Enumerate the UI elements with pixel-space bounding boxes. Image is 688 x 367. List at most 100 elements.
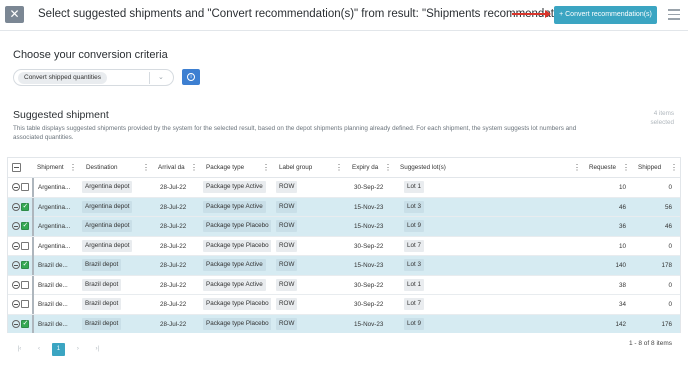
cell-requested: 36 — [618, 223, 626, 230]
criteria-title: Choose your conversion criteria — [13, 49, 168, 61]
label-group-chip: ROW — [276, 181, 298, 194]
next-page-button[interactable]: › — [71, 343, 84, 356]
column-header-package-type[interactable]: Package type — [206, 158, 256, 178]
arrow-icon — [512, 10, 551, 18]
cell-package-type: Package type Placebo — [203, 295, 271, 314]
cell-suggested-lot: Lot 9 — [404, 315, 444, 334]
select-divider — [149, 72, 150, 84]
row-checkbox[interactable] — [21, 260, 29, 269]
select-all-checkbox[interactable] — [12, 163, 21, 172]
table-row[interactable]: Argentina... Argentina depot 28-Jul-22 Pack… — [8, 217, 680, 237]
expand-row-icon[interactable] — [12, 241, 20, 250]
dialog-header: ✕ Select suggested shipments and "Conver… — [0, 0, 688, 31]
row-controls — [12, 300, 30, 309]
menu-icon[interactable] — [668, 9, 680, 23]
cell-shipment: Argentina... — [38, 242, 71, 250]
expand-row-icon[interactable] — [12, 183, 20, 191]
table-row[interactable]: Brazil de... Brazil depot 28-Jul-22 Package… — [8, 256, 680, 276]
row-checkbox[interactable] — [21, 280, 29, 289]
cell-suggested-lot: Lot 1 — [404, 276, 444, 295]
column-header-arrival-date[interactable]: Arrival da — [158, 158, 185, 178]
cell-arrival-date: 28-Jul-22 — [160, 262, 187, 269]
table-row[interactable]: Argentina... Argentina depot 28-Jul-22 Pack… — [8, 236, 680, 256]
selected-criteria-chip: Convert shipped quantities — [18, 72, 107, 84]
cell-expiry-date: 15-Nov-23 — [354, 262, 384, 269]
table-row[interactable]: Argentina... Argentina depot 28-Jul-22 Pack… — [8, 178, 680, 198]
cell-arrival-date: 28-Jul-22 — [160, 184, 187, 191]
cell-suggested-lot: Lot 7 — [404, 295, 444, 314]
column-menu-icon[interactable]: ⋮ — [262, 163, 270, 172]
cell-package-type: Package type Active — [203, 276, 271, 295]
conversion-criteria-select[interactable]: Convert shipped quantities ⌄ — [13, 69, 174, 86]
expand-row-icon[interactable] — [12, 261, 20, 269]
table-row[interactable]: Argentina... Argentina depot 28-Jul-22 Pack… — [8, 197, 680, 217]
prev-page-button[interactable]: ‹ — [32, 343, 45, 356]
column-menu-icon[interactable]: ⋮ — [190, 163, 198, 172]
destination-chip: Argentina depot — [82, 181, 133, 194]
label-group-chip: ROW — [276, 298, 298, 311]
expand-row-icon[interactable] — [12, 319, 20, 328]
cell-package-type: Package type Placebo — [203, 315, 271, 334]
cell-requested: 10 — [618, 242, 626, 250]
column-header-shipped[interactable]: Shipped — [638, 158, 666, 178]
cell-arrival-date: 28-Jul-22 — [160, 320, 187, 328]
column-menu-icon[interactable]: ⋮ — [335, 163, 343, 172]
table-row[interactable]: Brazil de... Brazil depot 28-Jul-22 Package… — [8, 295, 680, 315]
cell-requested: 46 — [618, 203, 626, 211]
cell-suggested-lot: Lot 9 — [404, 217, 444, 236]
column-header-expiry-date[interactable]: Expiry da — [352, 158, 379, 178]
package-type-chip: Package type Placebo — [203, 317, 271, 330]
lot-chip: Lot 3 — [404, 259, 425, 272]
cell-shipment: Brazil de... — [38, 301, 68, 308]
row-checkbox[interactable] — [21, 221, 29, 230]
row-controls — [12, 202, 30, 212]
row-checkbox[interactable] — [21, 202, 29, 211]
expand-row-icon[interactable] — [12, 280, 20, 289]
row-checkbox[interactable] — [21, 300, 29, 308]
table-row[interactable]: Brazil de... Brazil depot 28-Jul-22 Package… — [8, 275, 680, 295]
cell-arrival-date: 28-Jul-22 — [160, 301, 187, 308]
cell-package-type: Package type Active — [203, 198, 271, 217]
column-menu-icon[interactable]: ⋮ — [670, 163, 678, 172]
last-page-button[interactable]: ›| — [91, 343, 104, 356]
column-menu-icon[interactable]: ⋮ — [69, 163, 77, 172]
row-checkbox[interactable] — [21, 183, 29, 191]
column-menu-icon[interactable]: ⋮ — [573, 163, 581, 172]
info-button[interactable]: i — [182, 69, 200, 85]
expand-row-icon[interactable] — [12, 202, 20, 211]
column-header-destination[interactable]: Destination — [86, 158, 141, 178]
page-1-button[interactable]: 1 — [51, 343, 65, 356]
row-checkbox[interactable] — [21, 319, 29, 328]
row-divider — [32, 256, 34, 275]
cell-shipped: 46 — [664, 223, 672, 230]
column-header-requested[interactable]: Requeste — [589, 158, 616, 178]
label-group-chip: ROW — [276, 278, 298, 291]
column-menu-icon[interactable]: ⋮ — [142, 163, 150, 172]
lot-chip: Lot 3 — [404, 200, 425, 213]
cell-requested: 10 — [618, 184, 626, 191]
cell-package-type: Package type Placebo — [203, 217, 271, 236]
column-menu-icon[interactable]: ⋮ — [622, 163, 630, 172]
column-header-label-group[interactable]: Label group — [279, 158, 329, 178]
close-button[interactable]: ✕ — [5, 6, 24, 23]
cell-shipment: Brazil de... — [38, 262, 68, 269]
column-header-suggested-lots[interactable]: Suggested lot(s) — [400, 158, 480, 178]
column-header-shipment[interactable]: Shipment — [37, 158, 67, 178]
cell-requested: 38 — [618, 281, 626, 289]
row-divider — [32, 217, 34, 236]
column-menu-icon[interactable]: ⋮ — [384, 163, 392, 172]
lot-chip: Lot 1 — [404, 278, 425, 291]
package-type-chip: Package type Placebo — [203, 298, 271, 311]
expand-row-icon[interactable] — [12, 300, 20, 308]
cell-label-group: ROW — [276, 198, 316, 217]
row-controls — [12, 280, 30, 290]
row-checkbox[interactable] — [21, 241, 29, 250]
destination-chip: Argentina depot — [82, 220, 133, 233]
first-page-button[interactable]: |‹ — [13, 343, 26, 356]
destination-chip: Brazil depot — [82, 298, 122, 311]
convert-recommendations-button[interactable]: + Convert recommendation(s) — [554, 6, 657, 24]
expand-row-icon[interactable] — [12, 222, 20, 230]
package-type-chip: Package type Placebo — [203, 239, 271, 252]
chevron-down-icon[interactable]: ⌄ — [158, 72, 164, 84]
table-row[interactable]: Brazil de... Brazil depot 28-Jul-22 Package… — [8, 314, 680, 334]
